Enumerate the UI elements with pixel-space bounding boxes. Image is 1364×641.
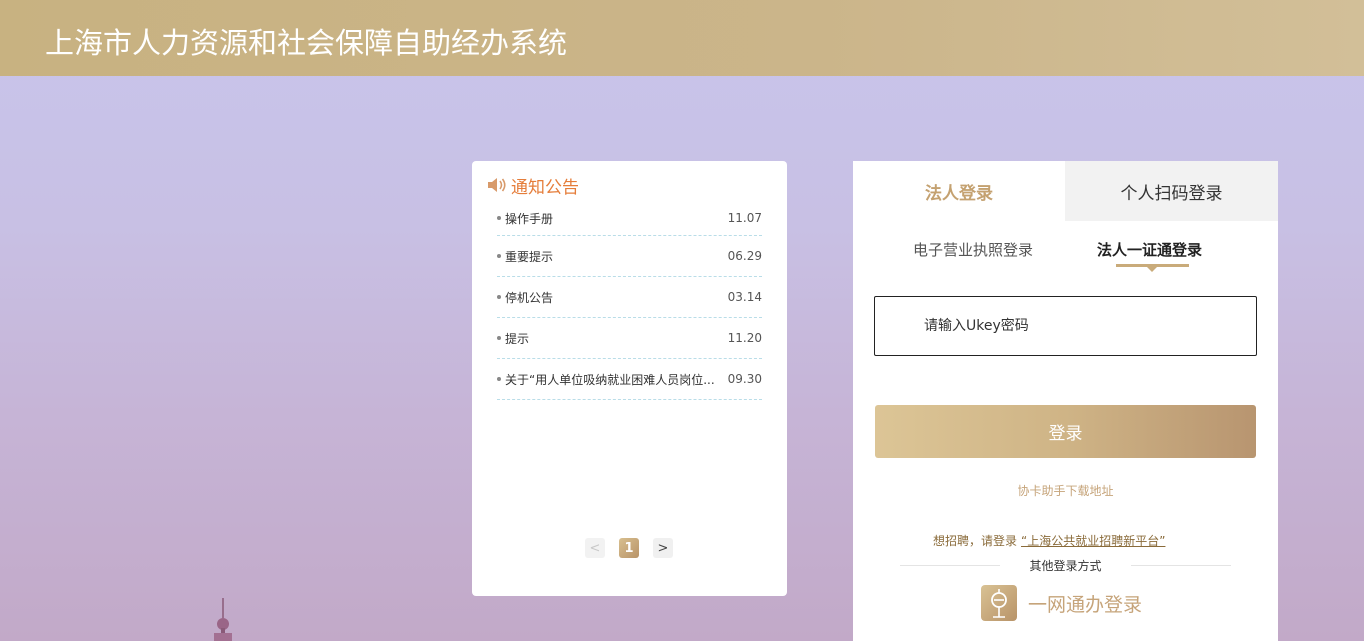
- notice-item[interactable]: 重要提示 06.29: [497, 236, 762, 277]
- login-button[interactable]: 登录: [875, 405, 1256, 458]
- subtab-yizhengtong-login[interactable]: 法人一证通登录: [1097, 239, 1202, 260]
- bullet-icon: [497, 336, 501, 340]
- notice-item-text[interactable]: 提示: [505, 330, 529, 347]
- notice-item-date: 03.14: [727, 290, 762, 304]
- login-tabs: 法人登录 个人扫码登录: [853, 161, 1278, 221]
- bullet-icon: [497, 254, 501, 258]
- divider-right: [1131, 565, 1231, 566]
- notice-item-date: 09.30: [727, 372, 762, 386]
- next-page-button[interactable]: >: [653, 538, 673, 558]
- notice-header: 通知公告: [486, 173, 579, 198]
- subtab-business-license-login[interactable]: 电子营业执照登录: [913, 239, 1033, 260]
- recruit-prefix: 想招聘，请登录: [933, 534, 1018, 548]
- notice-item[interactable]: 操作手册 11.07: [497, 201, 762, 236]
- notice-title: 通知公告: [511, 177, 579, 198]
- bullet-icon: [497, 295, 501, 299]
- notice-item[interactable]: 提示 11.20: [497, 318, 762, 359]
- yiwang-login-button[interactable]: 一网通办登录: [981, 585, 1142, 621]
- page-number-button[interactable]: 1: [619, 538, 639, 558]
- tab-personal-qr-login[interactable]: 个人扫码登录: [1065, 161, 1278, 221]
- notice-item-date: 11.20: [727, 331, 762, 345]
- recruit-notice: 想招聘，请登录 “上海公共就业招聘新平台”: [933, 532, 1165, 549]
- tab-legal-person-login[interactable]: 法人登录: [853, 161, 1065, 221]
- header-bar: 上海市人力资源和社会保障自助经办系统: [0, 0, 1364, 76]
- page-title: 上海市人力资源和社会保障自助经办系统: [45, 26, 568, 60]
- caret-down-icon: [1147, 267, 1157, 272]
- ukey-password-input[interactable]: [874, 296, 1257, 356]
- recruit-platform-link[interactable]: “上海公共就业招聘新平台”: [1021, 534, 1165, 548]
- notice-item[interactable]: 停机公告 03.14: [497, 277, 762, 318]
- city-tower-graphic: [214, 598, 232, 641]
- login-subtabs: 电子营业执照登录 法人一证通登录: [853, 239, 1278, 269]
- notice-item-text[interactable]: 重要提示: [505, 248, 553, 265]
- notice-item-text[interactable]: 停机公告: [505, 289, 553, 306]
- yiwang-login-label[interactable]: 一网通办登录: [1028, 590, 1142, 617]
- notice-item[interactable]: 关于“用人单位吸纳就业困难人员岗位... 09.30: [497, 359, 762, 400]
- prev-page-button[interactable]: <: [585, 538, 605, 558]
- yiwang-logo-icon: [981, 585, 1017, 621]
- pagination: < 1 >: [585, 538, 673, 558]
- login-panel: 法人登录 个人扫码登录 电子营业执照登录 法人一证通登录 登录 协卡助手下载地址…: [853, 161, 1278, 641]
- notice-list: 操作手册 11.07 重要提示 06.29 停机公告 03.14 提示 11.2…: [497, 201, 762, 400]
- bullet-icon: [497, 377, 501, 381]
- notice-item-date: 11.07: [727, 211, 762, 225]
- bullet-icon: [497, 216, 501, 220]
- speaker-icon: [488, 178, 506, 192]
- notice-panel: 通知公告 操作手册 11.07 重要提示 06.29 停机公告 03.14 提示…: [472, 161, 787, 596]
- helper-download-link[interactable]: 协卡助手下载地址: [853, 482, 1278, 499]
- notice-item-text[interactable]: 关于“用人单位吸纳就业困难人员岗位...: [505, 371, 715, 388]
- notice-item-date: 06.29: [727, 249, 762, 263]
- notice-item-text[interactable]: 操作手册: [505, 210, 553, 227]
